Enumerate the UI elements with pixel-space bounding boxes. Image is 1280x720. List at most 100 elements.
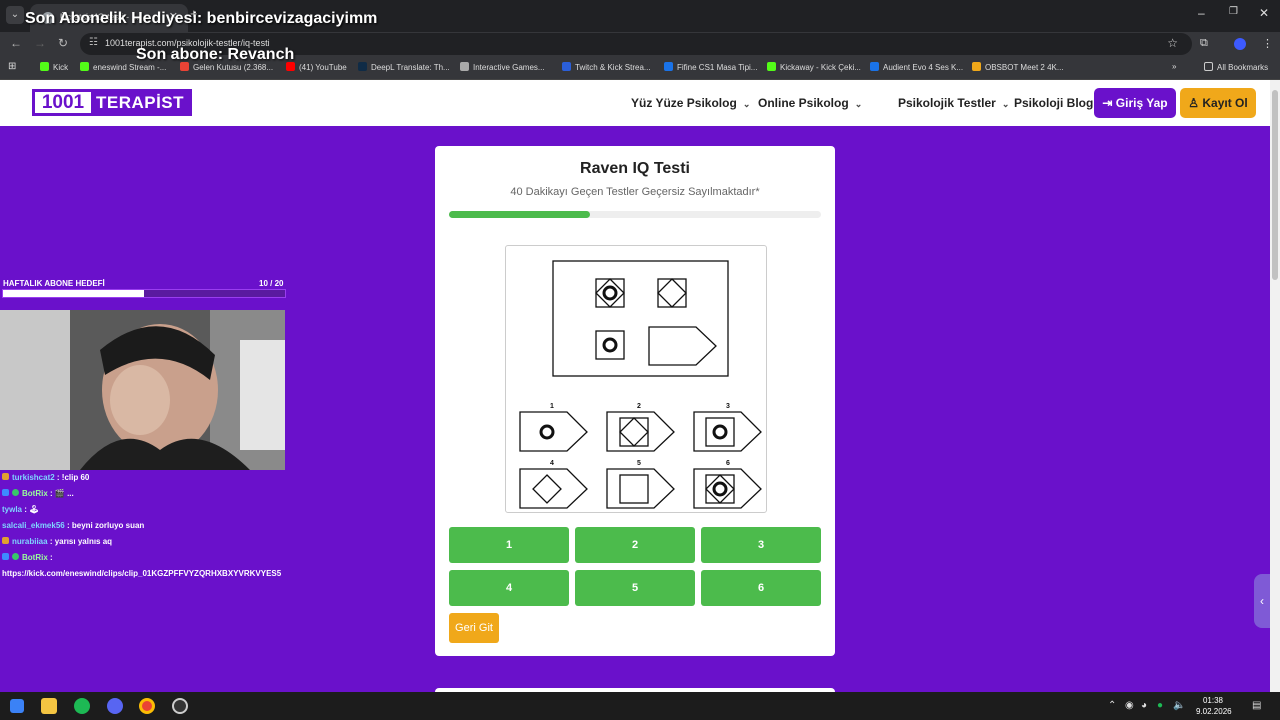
bookmark-favicon-icon — [460, 62, 469, 71]
chat-message: nurabiiaa : yarısı yalnıs aq — [2, 534, 302, 550]
chat-message: salcali_ekmek56 : beyni zorluyo suan — [2, 518, 302, 534]
bookmark-label: Audient Evo 4 Ses K... — [883, 63, 964, 72]
chat-message: https://kick.com/eneswind/clips/clip_01K… — [2, 566, 302, 582]
obs-icon[interactable] — [172, 698, 188, 714]
file-explorer-icon[interactable] — [41, 698, 57, 714]
clock-time: 01:38 — [1202, 696, 1224, 705]
nav-item-label: Online Psikolog — [758, 96, 849, 110]
close-window-icon[interactable]: ✕ — [1259, 6, 1269, 20]
bookmark-favicon-icon — [358, 62, 367, 71]
chat-username[interactable]: BotRix — [22, 553, 48, 562]
chrome-icon[interactable] — [139, 698, 155, 714]
bookmark-item[interactable]: Audient Evo 4 Ses K... — [870, 62, 963, 72]
site-info-icon[interactable]: ☷ — [89, 37, 98, 48]
minimize-icon[interactable]: – — [1198, 6, 1205, 20]
chevron-down-icon: ⌄ — [1001, 99, 1010, 109]
bookmark-label: Fifine CS1 Masa Tipi... — [677, 63, 758, 72]
bookmark-label: DeepL Translate: Th... — [371, 63, 450, 72]
restore-icon[interactable]: ❐ — [1229, 6, 1238, 17]
windows-start-icon[interactable] — [10, 699, 24, 713]
chat-text: : !clip 60 — [56, 473, 90, 482]
chat-username[interactable]: turkishcat2 — [12, 473, 55, 482]
answer-button-3[interactable]: 3 — [701, 527, 821, 563]
notifications-icon[interactable]: ▤ — [1252, 700, 1261, 711]
tray-volume-icon[interactable]: 🔈 — [1173, 700, 1185, 711]
bookmark-item[interactable]: Kickaway - Kick Çeki... — [767, 62, 861, 72]
bookmark-item[interactable]: (41) YouTube — [286, 62, 347, 72]
more-bookmarks-icon[interactable]: » — [1172, 62, 1176, 71]
chat-username[interactable]: salcali_ekmek56 — [2, 521, 65, 530]
logo-word: TERAPİST — [91, 92, 189, 113]
discord-icon[interactable] — [107, 698, 123, 714]
bookmark-item[interactable]: Twitch & Kick Strea... — [562, 62, 651, 72]
answer-button-5[interactable]: 5 — [575, 570, 695, 606]
chat-text: : 🎬 ... — [50, 489, 74, 498]
side-panel-toggle[interactable]: ‹ — [1254, 574, 1270, 628]
bookmark-label: Kickaway - Kick Çeki... — [780, 63, 861, 72]
back-icon[interactable]: ← — [10, 36, 22, 50]
answer-button-6[interactable]: 6 — [701, 570, 821, 606]
bookmark-star-icon[interactable]: ☆ — [1167, 36, 1178, 50]
chat-username[interactable]: nurabiiaa — [12, 537, 48, 546]
tray-spotify-icon[interactable]: ● — [1157, 700, 1163, 711]
folder-icon — [1204, 62, 1213, 71]
forward-icon[interactable]: → — [34, 36, 46, 50]
bookmark-item[interactable]: OBSBOT Meet 2 4K... — [972, 62, 1064, 72]
scroll-thumb[interactable] — [1272, 90, 1278, 280]
quiz-card: Raven IQ Testi 40 Dakikayı Geçen Testler… — [435, 146, 835, 656]
raven-puzzle-image: 1 2 3 4 5 6 — [505, 245, 767, 513]
tray-steam-icon[interactable]: ◉ — [1125, 700, 1134, 711]
nav-item[interactable]: Yüz Yüze Psikolog ⌄ — [631, 96, 750, 110]
chevron-down-icon: ⌄ — [854, 99, 863, 109]
nav-item-label: Psikoloji Blog — [1014, 96, 1094, 110]
clock-date: 9.02.2026 — [1196, 707, 1232, 716]
chat-message: turkishcat2 : !clip 60 — [2, 470, 302, 486]
answer-button-4[interactable]: 4 — [449, 570, 569, 606]
tab-search-button[interactable]: ⌄ — [6, 6, 24, 24]
bookmark-item[interactable]: Interactive Games... — [460, 62, 545, 72]
bookmark-favicon-icon — [972, 62, 981, 71]
register-button[interactable]: ♙ Kayıt Ol — [1180, 88, 1256, 118]
taskbar-clock[interactable]: 01:38 9.02.2026 — [1196, 695, 1232, 717]
tray-overflow-icon[interactable]: ⌃ — [1108, 700, 1116, 711]
site-header: 1001 TERAPİST Yüz Yüze Psikolog ⌄ Online P… — [0, 80, 1270, 126]
reload-icon[interactable]: ↻ — [58, 36, 68, 50]
chat-username[interactable]: tywla — [2, 505, 22, 514]
nav-item[interactable]: Psikoloji Blog — [1014, 96, 1093, 110]
register-label: Kayıt Ol — [1202, 96, 1248, 110]
tray-discord-icon[interactable]: ◕ — [1141, 700, 1147, 711]
chat-message: BotRix : 🎬 ... — [2, 486, 302, 502]
last-sub-banner: Son abone: Revanch — [136, 46, 295, 63]
nav-item-label: Psikolojik Testler — [898, 96, 996, 110]
answer-button-2[interactable]: 2 — [575, 527, 695, 563]
nav-item[interactable]: Online Psikolog ⌄ — [758, 96, 862, 110]
bookmark-item[interactable]: Fifine CS1 Masa Tipi... — [664, 62, 757, 72]
bookmark-item[interactable]: DeepL Translate: Th... — [358, 62, 450, 72]
back-button[interactable]: Geri Git — [449, 613, 499, 643]
option-label: 2 — [637, 403, 641, 410]
profile-avatar[interactable] — [1234, 38, 1246, 50]
chat-message: BotRix : — [2, 550, 302, 566]
all-bookmarks[interactable]: All Bookmarks — [1204, 62, 1268, 72]
site-logo[interactable]: 1001 TERAPİST — [32, 89, 192, 116]
chat-text: https://kick.com/eneswind/clips/clip_01K… — [2, 569, 282, 578]
apps-icon[interactable]: ⊞ — [8, 61, 16, 72]
weekly-goal-target: / 20 — [270, 279, 284, 288]
bookmark-label: Gelen Kutusu (2.368... — [193, 63, 274, 72]
extensions-icon[interactable]: ⧉ — [1200, 37, 1208, 50]
nav-item[interactable]: Psikolojik Testler ⌄ — [898, 96, 1009, 110]
chat-text: : — [50, 553, 53, 562]
bookmark-item[interactable]: Kick — [40, 62, 68, 72]
quiz-subtitle: 40 Dakikayı Geçen Testler Geçersiz Sayıl… — [510, 186, 760, 198]
chat-message: tywla : 🕹 — [2, 502, 302, 518]
page-scrollbar[interactable] — [1270, 80, 1280, 692]
nav-item-label: Yüz Yüze Psikolog — [631, 96, 737, 110]
answer-button-1[interactable]: 1 — [449, 527, 569, 563]
chat-username[interactable]: BotRix — [22, 489, 48, 498]
spotify-icon[interactable] — [74, 698, 90, 714]
login-button[interactable]: ⇥ Giriş Yap — [1094, 88, 1176, 118]
chat-badge-icon — [2, 537, 9, 544]
bookmark-favicon-icon — [562, 62, 571, 71]
menu-icon[interactable]: ⋮ — [1262, 37, 1273, 50]
chat-badge-icon — [2, 553, 9, 560]
